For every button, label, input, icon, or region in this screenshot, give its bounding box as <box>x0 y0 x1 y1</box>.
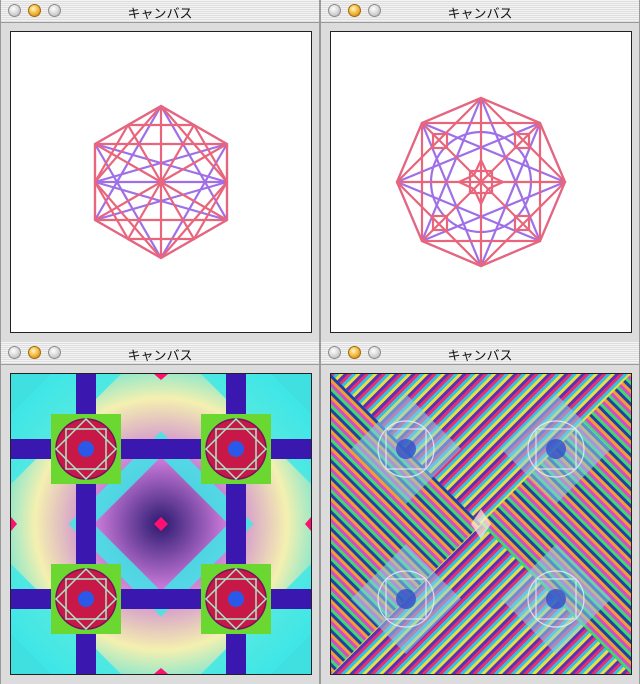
canvas-area[interactable] <box>330 31 632 333</box>
title-bar[interactable]: キャンバス <box>1 0 319 23</box>
title-bar[interactable]: キャンバス <box>321 0 639 23</box>
canvas-window-2[interactable]: キャンバス <box>320 0 640 342</box>
title-bar[interactable]: キャンバス <box>321 342 639 365</box>
pattern-hexagon <box>93 104 229 260</box>
pattern-psychedelic <box>331 374 631 674</box>
canvas-window-1[interactable]: キャンバス <box>0 0 320 342</box>
window-title: キャンバス <box>447 7 513 22</box>
title-bar[interactable]: キャンバス <box>1 342 319 365</box>
pattern-octagon <box>395 96 567 268</box>
canvas-area[interactable] <box>10 373 312 675</box>
canvas-window-4[interactable]: キャンバス <box>320 342 640 684</box>
canvas-area[interactable] <box>10 31 312 333</box>
window-title: キャンバス <box>127 349 193 364</box>
window-title: キャンバス <box>447 349 513 364</box>
window-title: キャンバス <box>127 7 193 22</box>
canvas-window-3[interactable]: キャンバス <box>0 342 320 684</box>
canvas-area[interactable] <box>330 373 632 675</box>
pattern-tiled-gradient <box>11 374 311 674</box>
